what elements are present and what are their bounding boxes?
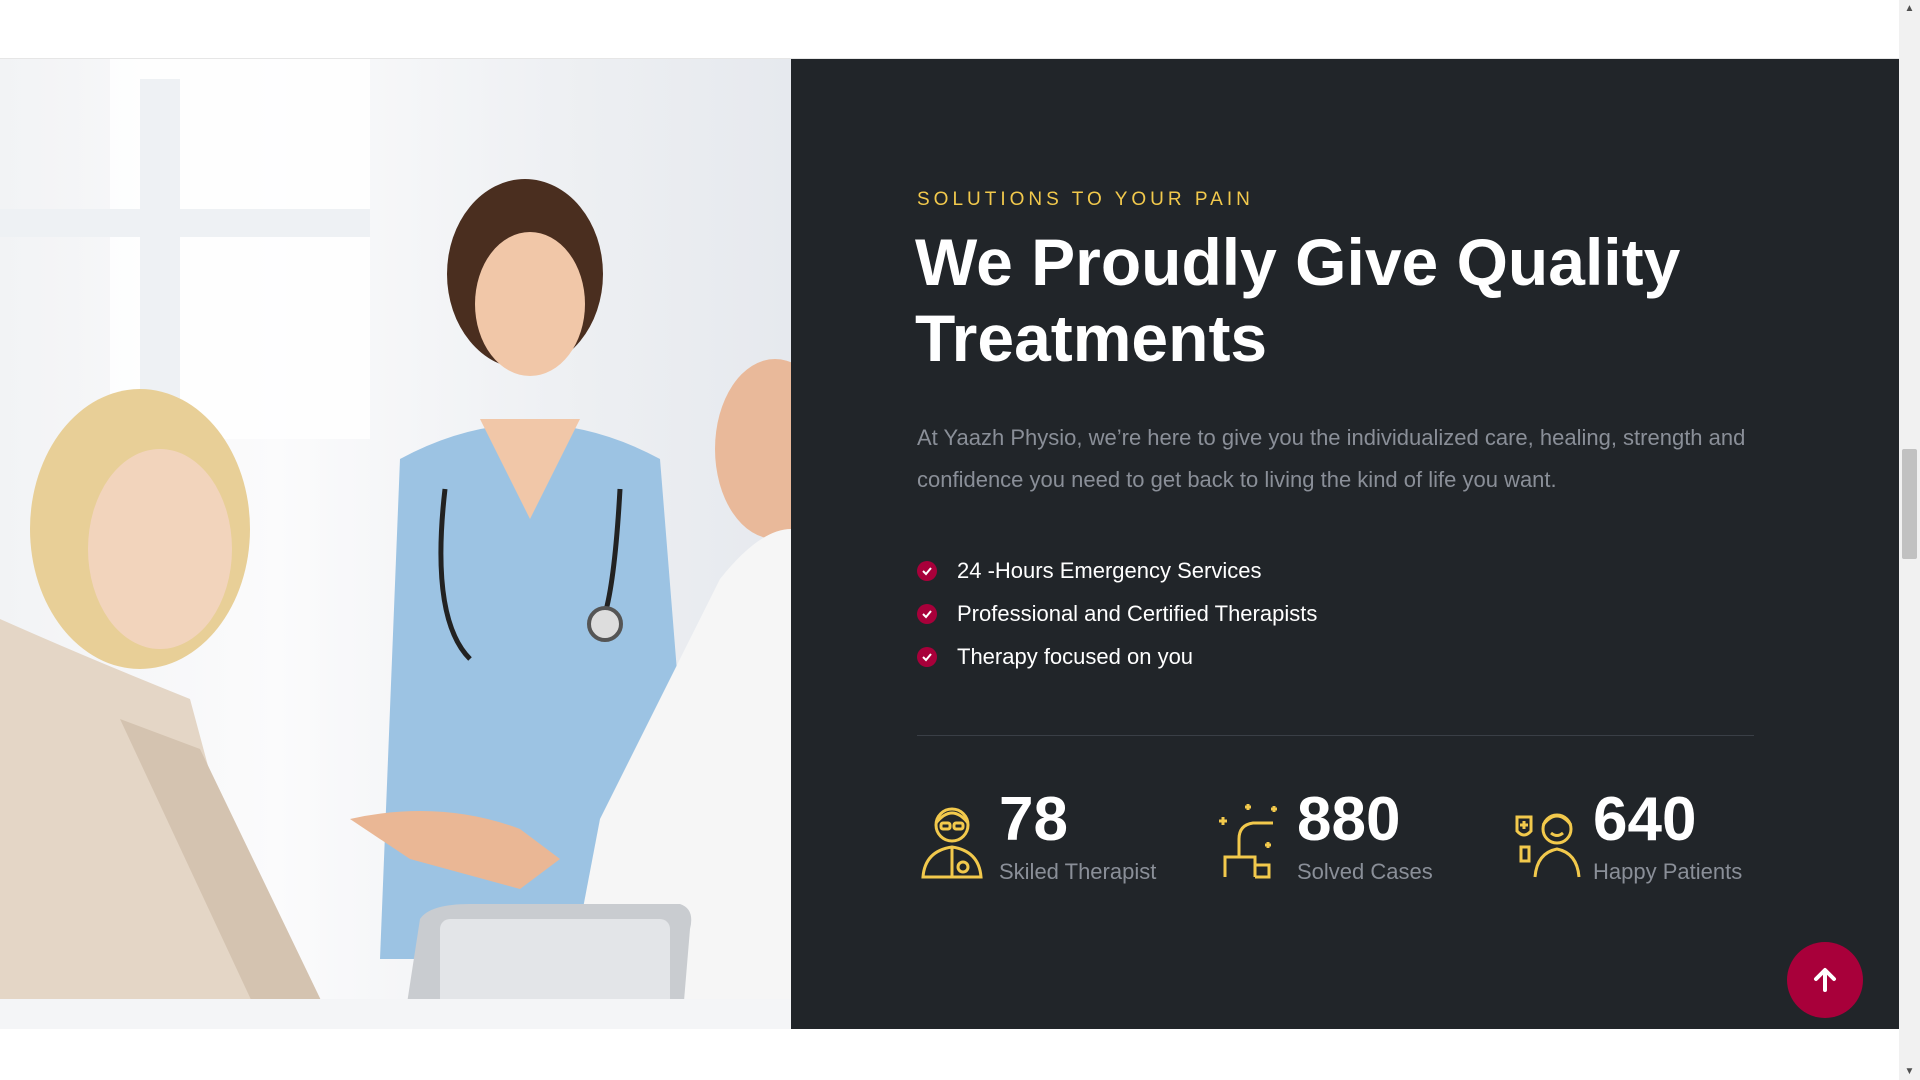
stat-value: 78 (999, 785, 1068, 854)
feature-label: Therapy focused on you (957, 643, 1194, 669)
section-eyebrow: SOLUTIONS TO YOUR PAIN (917, 189, 1254, 210)
stat-label: Happy Patients (1593, 859, 1743, 884)
section-title: We Proudly Give Quality Treatments (915, 225, 1681, 375)
solved-cases-icon (1219, 804, 1277, 879)
check-circle-icon (917, 603, 937, 624)
stats-row: 78 Skiled Therapist 880 Solved Cases 640… (917, 785, 1777, 925)
check-circle-icon (917, 560, 937, 581)
list-item: 24 -Hours Emergency Services (917, 549, 1317, 592)
happy-patients-icon (1515, 813, 1581, 878)
feature-list: 24 -Hours Emergency Services Professiona… (917, 549, 1317, 678)
stat-label: Solved Cases (1297, 859, 1433, 884)
back-to-top-button[interactable] (1787, 942, 1863, 1018)
feature-label: Professional and Certified Therapists (957, 600, 1318, 626)
therapist-icon (921, 807, 983, 879)
feature-label: 24 -Hours Emergency Services (957, 557, 1262, 583)
stat-label: Skiled Therapist (999, 859, 1157, 884)
scroll-down-arrow[interactable]: ▼ (1899, 1063, 1920, 1080)
stat-value: 640 (1593, 785, 1697, 854)
scrollbar[interactable]: ▲ ▼ (1899, 0, 1920, 1080)
scrollbar-thumb[interactable] (1902, 449, 1917, 559)
consultation-photo (0, 59, 791, 1029)
list-item: Professional and Certified Therapists (917, 592, 1317, 635)
arrow-up-icon (1814, 968, 1836, 992)
treatments-panel: SOLUTIONS TO YOUR PAIN We Proudly Give Q… (791, 59, 1899, 1029)
scroll-up-arrow[interactable]: ▲ (1899, 0, 1920, 17)
divider (917, 735, 1754, 736)
check-circle-icon (917, 646, 937, 667)
section-description: At Yaazh Physio, we’re here to give you … (917, 425, 1746, 492)
stat-value: 880 (1297, 785, 1401, 854)
header-strip (0, 0, 1899, 59)
list-item: Therapy focused on you (917, 635, 1317, 678)
